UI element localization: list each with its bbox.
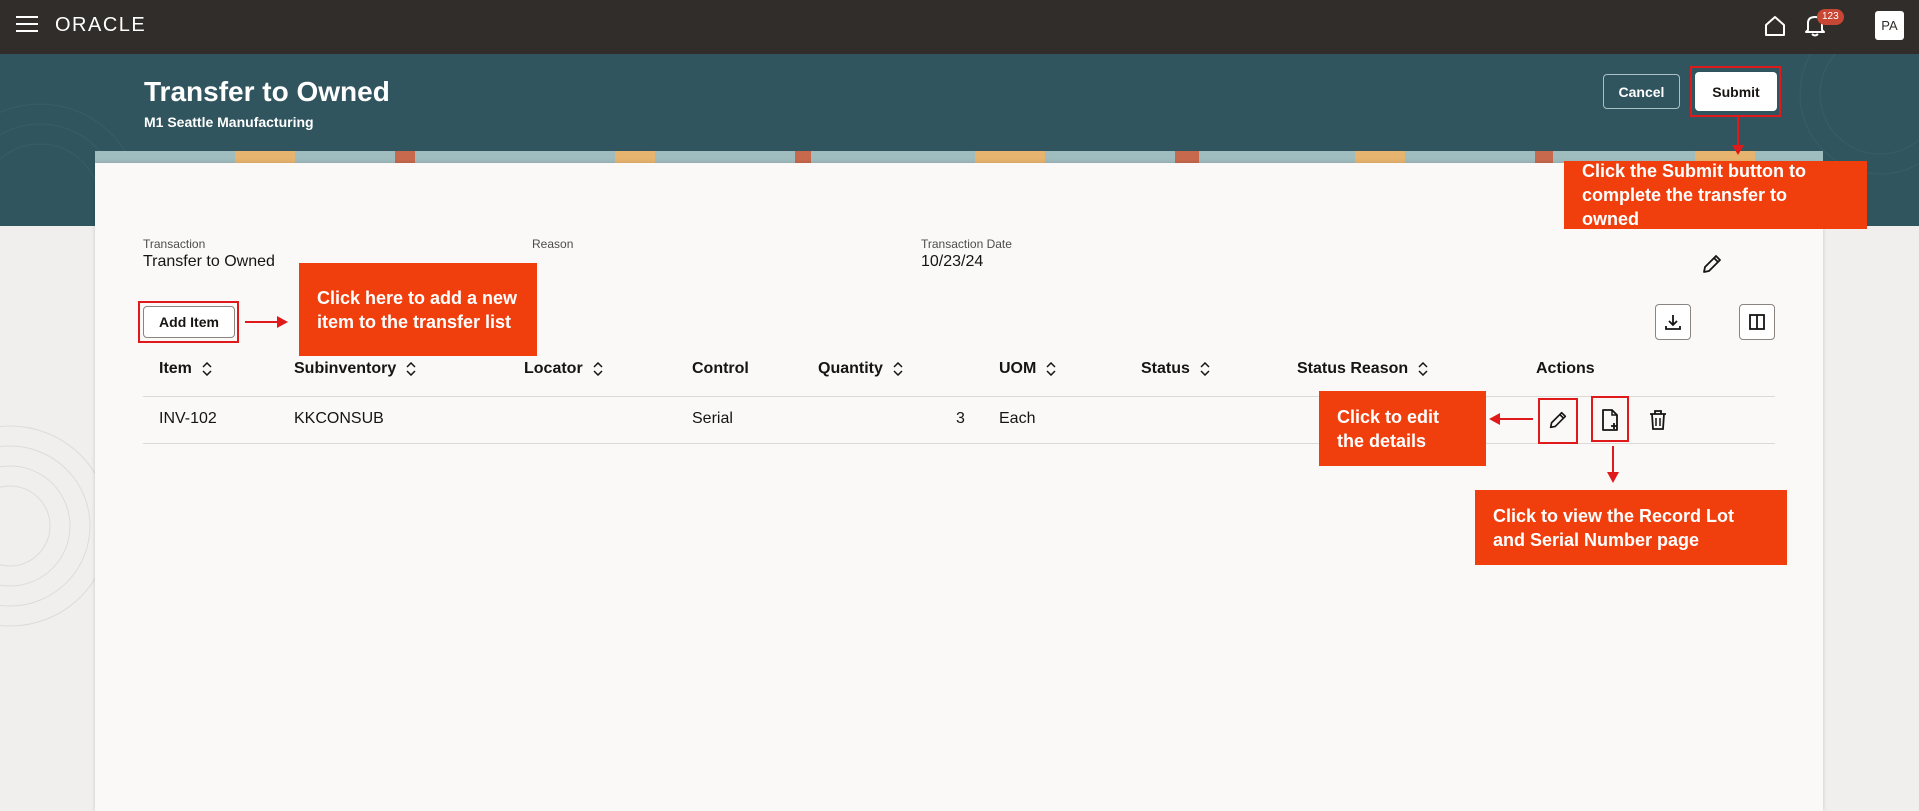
add-item-button[interactable]: Add Item [143,306,235,338]
column-header-label: Control [692,360,749,377]
sort-icon [593,362,603,376]
column-header-locator[interactable]: Locator [524,360,603,378]
download-icon [1665,315,1681,330]
cell-control: Serial [692,410,733,427]
sort-icon [893,362,903,376]
sort-icon [1046,362,1056,376]
columns-icon [1749,314,1765,330]
notification-count-badge: 123 [1817,9,1844,25]
sort-icon [1418,362,1428,376]
column-header-item[interactable]: Item [159,360,212,378]
column-header-label: Status Reason [1297,360,1409,377]
submit-arrow [1732,117,1744,155]
table-row-divider [143,443,1775,444]
column-header-label: Locator [524,360,583,377]
sort-icon [1200,362,1210,376]
sort-icon [202,362,212,376]
transaction-date-value: 10/23/24 [921,253,984,270]
cell-item[interactable]: INV-102 [159,410,217,428]
delete-row-button[interactable] [1640,402,1676,438]
sort-icon [406,362,416,376]
pencil-icon [1549,411,1567,429]
cell-uom: Each [999,410,1036,427]
background-pattern [0,425,95,627]
table-header-divider [143,396,1775,397]
add-item-arrow [245,316,288,328]
submit-button[interactable]: Submit [1695,72,1777,111]
record-lot-serial-button[interactable] [1592,402,1628,438]
cell-subinventory: KKCONSUB [294,410,384,427]
add-item-callout: Click here to add a new item to the tran… [299,263,537,356]
edit-header-pencil-icon[interactable] [1700,252,1724,276]
column-layout-button[interactable] [1739,304,1775,340]
transaction-date-label: Transaction Date [921,237,1012,251]
transaction-label: Transaction [143,237,206,251]
column-header-status[interactable]: Status [1141,360,1210,378]
export-button[interactable] [1655,304,1691,340]
oracle-logo[interactable]: ORACLE [55,14,146,37]
column-header-label: Actions [1536,360,1595,377]
column-header-subinventory[interactable]: Subinventory [294,360,416,378]
top-navigation-bar: ORACLE 123 PA [0,0,1919,54]
column-header-label: Status [1141,360,1190,377]
transaction-value: Transfer to Owned [143,253,275,270]
column-header-control: Control [692,360,749,378]
reason-label: Reason [532,237,574,251]
column-header-actions: Actions [1536,360,1595,378]
column-header-status-reason[interactable]: Status Reason [1297,360,1428,378]
document-add-icon [1602,409,1618,431]
hamburger-menu-icon[interactable] [16,16,38,34]
column-header-quantity[interactable]: Quantity [818,360,903,378]
cell-quantity: 3 [956,410,965,427]
edit-row-button[interactable] [1540,402,1576,438]
user-avatar[interactable]: PA [1875,11,1904,40]
home-icon[interactable] [1762,13,1788,39]
cancel-button[interactable]: Cancel [1603,74,1680,109]
page-title: Transfer to Owned [144,76,390,107]
record-lot-callout: Click to view the Record Lot and Serial … [1475,490,1787,565]
column-header-label: Subinventory [294,360,397,377]
edit-callout: Click to edit the details [1319,391,1486,466]
page-subtitle: M1 Seattle Manufacturing [144,114,314,130]
column-header-label: Quantity [818,360,883,377]
column-header-uom[interactable]: UOM [999,360,1056,378]
column-header-label: Item [159,360,192,377]
column-header-label: UOM [999,360,1037,377]
trash-icon [1650,410,1666,430]
submit-callout: Click the Submit button to complete the … [1564,161,1867,229]
record-lot-arrow [1607,446,1619,483]
edit-arrow [1489,413,1533,425]
